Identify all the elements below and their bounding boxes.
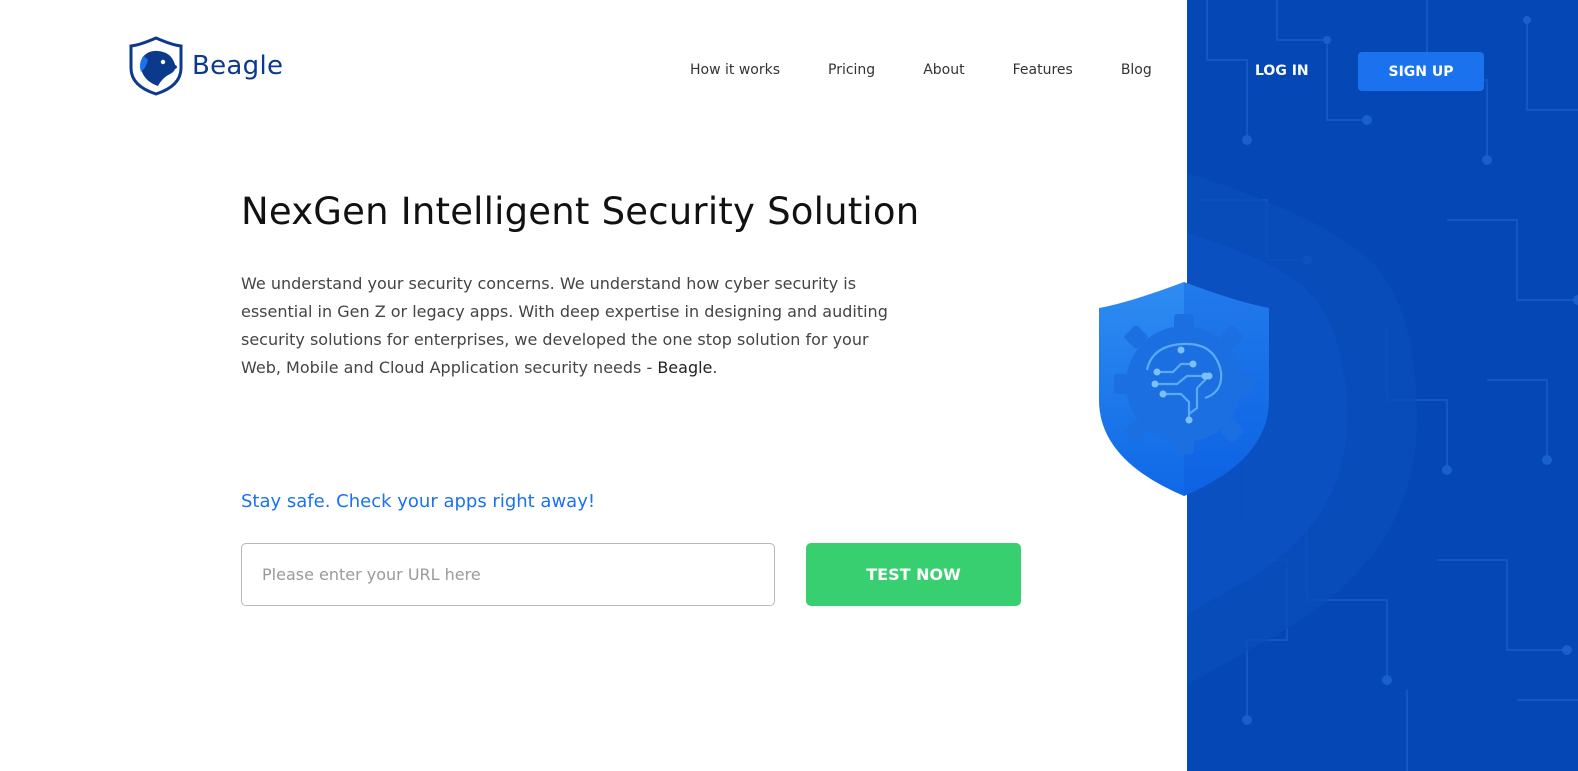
- hero-description-brand: Beagle: [657, 358, 713, 377]
- hero-description: We understand your security concerns. We…: [241, 270, 901, 382]
- nav-link-how-it-works[interactable]: How it works: [690, 62, 780, 78]
- nav-link-pricing[interactable]: Pricing: [828, 62, 875, 78]
- signup-button[interactable]: SIGN UP: [1358, 52, 1484, 91]
- cta-tagline: Stay safe. Check your apps right away!: [241, 491, 596, 512]
- test-now-button[interactable]: TEST NOW: [806, 543, 1021, 606]
- hero-description-end: .: [712, 358, 718, 377]
- main-nav: How it works Pricing About Features Blog: [690, 62, 1152, 78]
- login-link[interactable]: LOG IN: [1255, 63, 1309, 79]
- nav-link-about[interactable]: About: [923, 62, 964, 78]
- brand-logo[interactable]: Beagle: [128, 36, 283, 96]
- hero-description-text: We understand your security concerns. We…: [241, 274, 888, 377]
- landing-page: Beagle How it works Pricing About Featur…: [0, 0, 1578, 771]
- hero-title: NexGen Intelligent Security Solution: [241, 190, 920, 233]
- brand-name: Beagle: [192, 51, 284, 81]
- beagle-shield-logo: [129, 36, 183, 96]
- shield-gear-brain-icon: [1099, 282, 1269, 496]
- nav-link-features[interactable]: Features: [1013, 62, 1073, 78]
- nav-link-blog[interactable]: Blog: [1121, 62, 1152, 78]
- url-input[interactable]: [241, 543, 775, 606]
